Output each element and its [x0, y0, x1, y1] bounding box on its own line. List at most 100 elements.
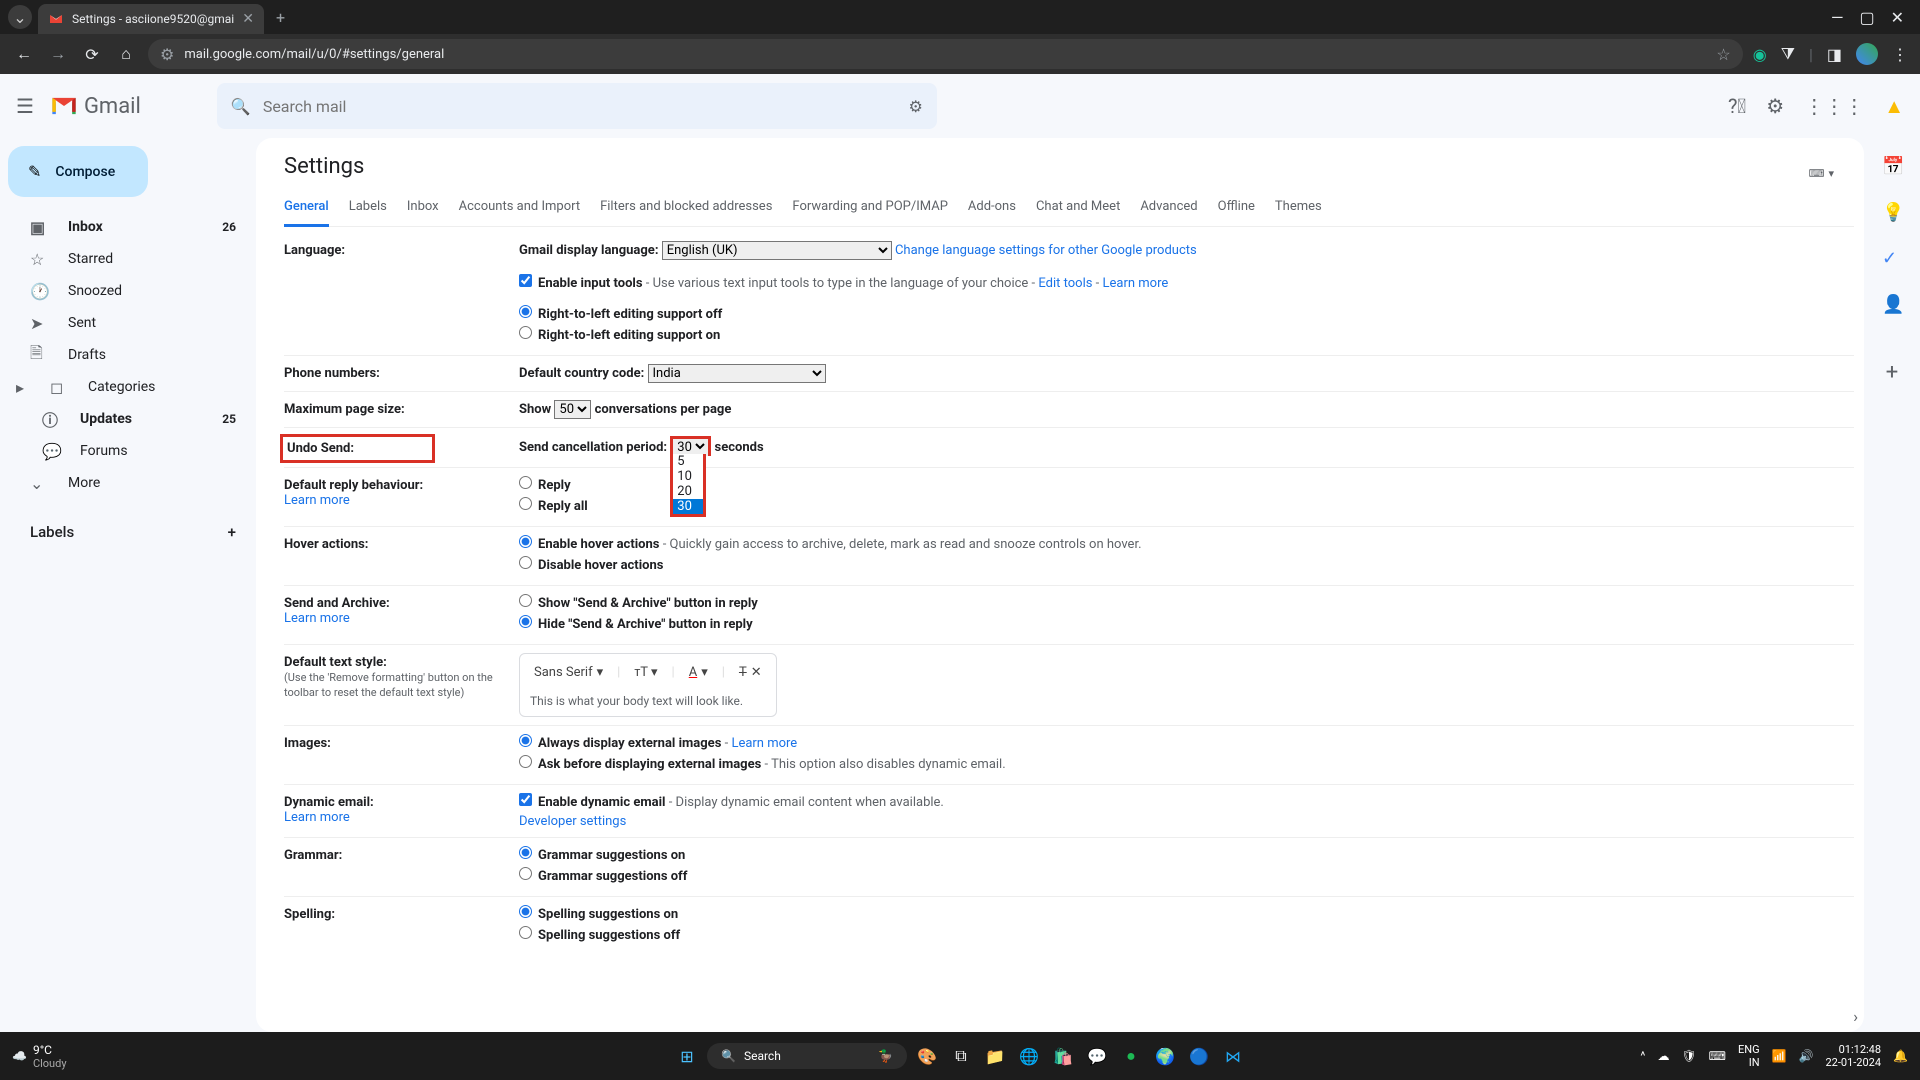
- keyboard-icon[interactable]: ⌨: [1709, 1049, 1726, 1063]
- language-select[interactable]: English (UK): [662, 241, 892, 260]
- font-size-button[interactable]: ᴛT ▾: [630, 662, 661, 682]
- tab-close-icon[interactable]: ✕: [242, 11, 254, 27]
- reply-all-radio[interactable]: [519, 497, 532, 510]
- google-apps-icon[interactable]: ⋮⋮⋮: [1804, 94, 1864, 118]
- undo-option-20[interactable]: 20: [673, 484, 703, 499]
- grammarly-ext-icon[interactable]: ◉: [1753, 45, 1767, 64]
- spelling-off-radio[interactable]: [519, 926, 532, 939]
- bookmark-icon[interactable]: ☆: [1716, 45, 1730, 64]
- rtl-off-radio[interactable]: [519, 305, 532, 318]
- tab-general[interactable]: General: [284, 193, 329, 227]
- sidebar-categories[interactable]: ▸◻Categories: [8, 371, 248, 403]
- dynamic-learn-link[interactable]: Learn more: [284, 810, 350, 825]
- whatsapp-icon[interactable]: 💬: [1083, 1042, 1111, 1070]
- security-icon[interactable]: 🛡: [1681, 1049, 1696, 1063]
- undo-option-30[interactable]: 30: [673, 499, 703, 514]
- sidebar-sent[interactable]: ➤Sent: [8, 307, 248, 339]
- search-input[interactable]: [263, 97, 897, 116]
- change-language-link[interactable]: Change language settings for other Googl…: [895, 243, 1197, 258]
- tray-chevron-icon[interactable]: ^: [1640, 1049, 1645, 1063]
- learn-more-link[interactable]: Learn more: [1103, 276, 1169, 291]
- tab-inbox[interactable]: Inbox: [407, 193, 439, 226]
- add-addon-button[interactable]: +: [1886, 360, 1898, 385]
- store-icon[interactable]: 🛍️: [1049, 1042, 1077, 1070]
- support-icon[interactable]: ?⃝: [1728, 94, 1746, 118]
- start-button[interactable]: ⊞: [673, 1042, 701, 1070]
- gmail-logo[interactable]: Gmail: [50, 94, 141, 119]
- hover-enable-radio[interactable]: [519, 535, 532, 548]
- archive-show-radio[interactable]: [519, 594, 532, 607]
- browser-tab[interactable]: Settings - asciione9520@gmai ✕: [38, 4, 264, 34]
- sidebar-starred[interactable]: ☆Starred: [8, 243, 248, 275]
- main-menu-icon[interactable]: ☰: [16, 94, 34, 118]
- taskbar-search[interactable]: 🔍Search🦆: [707, 1043, 907, 1069]
- app-icon[interactable]: 🌍: [1151, 1042, 1179, 1070]
- reply-radio[interactable]: [519, 476, 532, 489]
- font-color-button[interactable]: A ▾: [685, 663, 712, 682]
- undo-send-select[interactable]: 30: [670, 436, 711, 456]
- tasks-icon[interactable]: ✓: [1882, 248, 1902, 268]
- compose-button[interactable]: ✎ Compose: [8, 146, 148, 197]
- search-box[interactable]: 🔍 ⚙: [217, 83, 937, 129]
- task-view-icon[interactable]: ⧉: [947, 1042, 975, 1070]
- font-select[interactable]: Sans Serif ▾: [530, 663, 607, 682]
- tab-advanced[interactable]: Advanced: [1140, 193, 1197, 226]
- tab-accounts[interactable]: Accounts and Import: [459, 193, 580, 226]
- sidebar-drafts[interactable]: 🗎Drafts: [8, 339, 248, 371]
- home-button[interactable]: ⌂: [114, 44, 138, 64]
- input-tools-toggle[interactable]: ⌨▾: [1809, 167, 1834, 180]
- tab-addons[interactable]: Add-ons: [968, 193, 1016, 226]
- tab-search-button[interactable]: ⌄: [8, 5, 32, 29]
- sidebar-inbox[interactable]: ▣Inbox26: [8, 211, 248, 243]
- archive-hide-radio[interactable]: [519, 615, 532, 628]
- new-tab-button[interactable]: +: [276, 8, 285, 27]
- rtl-on-radio[interactable]: [519, 326, 532, 339]
- extensions-icon[interactable]: ⧩: [1781, 44, 1795, 64]
- forward-button[interactable]: →: [46, 44, 70, 64]
- vscode-icon[interactable]: ⋈: [1219, 1042, 1247, 1070]
- copilot-icon[interactable]: 🎨: [913, 1042, 941, 1070]
- grammar-off-radio[interactable]: [519, 867, 532, 880]
- sidebar-snoozed[interactable]: 🕐Snoozed: [8, 275, 248, 307]
- sidebar-updates[interactable]: ⓘUpdates25: [8, 403, 248, 435]
- language-indicator[interactable]: ENGIN: [1738, 1043, 1760, 1069]
- keep-icon[interactable]: 💡: [1882, 202, 1902, 222]
- archive-learn-link[interactable]: Learn more: [284, 611, 350, 626]
- tab-forwarding[interactable]: Forwarding and POP/IMAP: [792, 193, 948, 226]
- address-bar[interactable]: ⚙ mail.google.com/mail/u/0/#settings/gen…: [148, 39, 1743, 69]
- weather-widget[interactable]: ☁️ 9°CCloudy: [12, 1043, 67, 1070]
- tab-labels[interactable]: Labels: [349, 193, 387, 226]
- clock[interactable]: 01:12:4822-01-2024: [1826, 1043, 1882, 1069]
- calendar-icon[interactable]: 📅: [1882, 156, 1902, 176]
- tab-offline[interactable]: Offline: [1218, 193, 1255, 226]
- dynamic-enable-checkbox[interactable]: [519, 793, 532, 806]
- profile-avatar[interactable]: [1856, 43, 1878, 65]
- edge-icon[interactable]: 🌐: [1015, 1042, 1043, 1070]
- contacts-icon[interactable]: 👤: [1882, 294, 1902, 314]
- tab-chat[interactable]: Chat and Meet: [1036, 193, 1120, 226]
- minimize-button[interactable]: ―: [1831, 8, 1844, 27]
- add-label-button[interactable]: +: [228, 523, 236, 541]
- settings-gear-icon[interactable]: ⚙: [1766, 94, 1784, 118]
- remove-formatting-button[interactable]: T✕: [735, 663, 766, 682]
- sidebar-forums[interactable]: 💬Forums: [8, 435, 248, 467]
- images-ask-radio[interactable]: [519, 755, 532, 768]
- search-icon[interactable]: 🔍: [231, 97, 251, 116]
- maximize-button[interactable]: ▢: [1859, 8, 1874, 27]
- chrome-menu-icon[interactable]: ⋮: [1892, 45, 1908, 64]
- side-panel-hide-icon[interactable]: ›: [1853, 1007, 1858, 1026]
- country-code-select[interactable]: India: [648, 364, 826, 383]
- grammar-on-radio[interactable]: [519, 846, 532, 859]
- undo-option-10[interactable]: 10: [673, 469, 703, 484]
- side-panel-icon[interactable]: ◨: [1827, 45, 1842, 64]
- sidebar-more[interactable]: ⌄More: [8, 467, 248, 499]
- pagesize-select[interactable]: 50: [554, 400, 591, 419]
- close-window-button[interactable]: ✕: [1891, 8, 1904, 27]
- undo-option-5[interactable]: 5: [673, 454, 703, 469]
- wifi-icon[interactable]: 📶: [1772, 1049, 1787, 1063]
- edit-tools-link[interactable]: Edit tools: [1038, 276, 1092, 291]
- images-always-radio[interactable]: [519, 734, 532, 747]
- account-icon[interactable]: ▲: [1884, 94, 1904, 119]
- tab-themes[interactable]: Themes: [1275, 193, 1322, 226]
- volume-icon[interactable]: 🔊: [1799, 1049, 1814, 1063]
